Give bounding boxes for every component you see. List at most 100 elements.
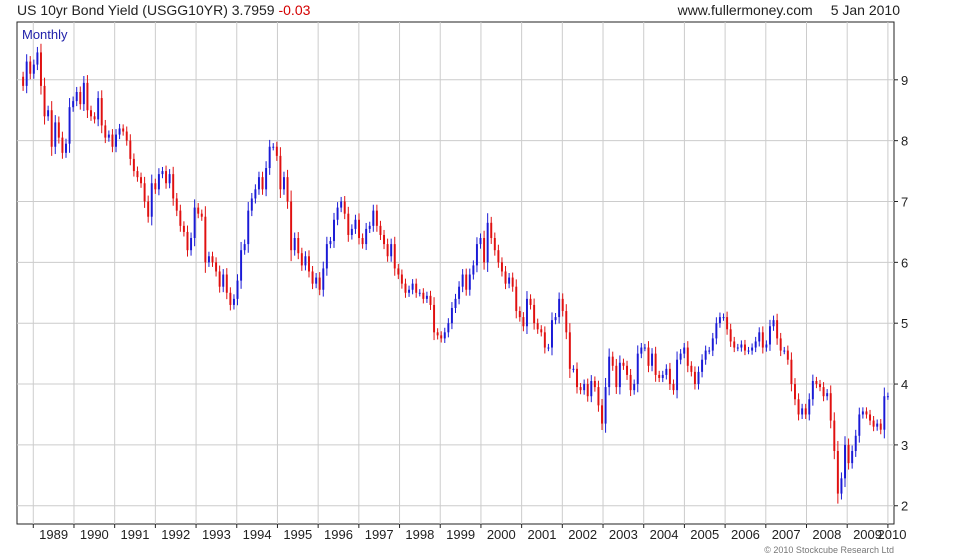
candle-body: [25, 61, 28, 86]
candle-body: [551, 320, 553, 348]
candle-body: [157, 174, 160, 190]
candle-body: [472, 265, 475, 275]
candle-body: [286, 177, 289, 202]
candle-body: [254, 189, 257, 199]
candle-body: [536, 323, 539, 330]
candle-body: [475, 244, 478, 266]
candle-body: [618, 362, 621, 388]
candle-body: [533, 304, 536, 324]
candle-body: [861, 411, 864, 415]
candle-body: [869, 414, 872, 421]
candle-body: [693, 371, 696, 385]
candle-body: [515, 286, 518, 312]
candle-body: [808, 399, 811, 415]
candle-body: [543, 332, 546, 348]
candle-body: [340, 201, 343, 208]
candle-body: [679, 353, 682, 360]
candle-body: [704, 350, 707, 360]
candle-body: [300, 253, 303, 266]
candle-body: [265, 168, 268, 190]
candle-body: [229, 292, 232, 305]
candle-body: [100, 98, 103, 126]
candle-body: [522, 317, 525, 327]
candle-body: [57, 122, 60, 138]
candle-body: [547, 347, 550, 349]
candle-body: [104, 125, 107, 138]
candle-body: [232, 298, 235, 305]
x-tick-label: 2000: [487, 527, 516, 542]
candle-body: [676, 359, 679, 391]
candle-body: [190, 238, 193, 251]
x-tick-label: 2003: [609, 527, 638, 542]
candle-body: [511, 277, 514, 287]
x-tick-label: 2010: [878, 527, 907, 542]
candle-body: [558, 298, 561, 318]
candle-body: [851, 450, 854, 464]
candle-body: [854, 435, 857, 451]
candle-body: [733, 341, 736, 348]
candle-body: [375, 210, 378, 226]
candle-body: [754, 341, 757, 348]
yield-chart: 2 3 4 5 6 7 8 9 1989 1990 1991 1992 1993 1994 1995 1996…: [16, 21, 908, 542]
candle-body: [275, 146, 278, 156]
candle-body: [540, 329, 543, 333]
candle-body: [154, 183, 157, 190]
candle-body: [147, 201, 150, 217]
candle-body: [297, 238, 300, 254]
candle-body: [597, 387, 600, 406]
candle-body: [165, 171, 168, 184]
candle-body: [404, 283, 407, 293]
candle-body: [833, 420, 836, 451]
candle-body: [354, 219, 357, 229]
candle-body: [329, 241, 332, 245]
candle-body: [61, 137, 64, 153]
candle-body: [822, 387, 825, 397]
candle-body: [172, 174, 175, 199]
candle-body: [804, 408, 807, 415]
candle-body: [268, 146, 271, 169]
candle-body: [779, 338, 782, 351]
candle-body: [865, 411, 868, 415]
candle-body: [583, 384, 586, 391]
candle-body: [436, 332, 439, 336]
candle-body: [611, 356, 614, 366]
candle-body: [797, 399, 800, 415]
candle-body: [122, 128, 125, 132]
candle-body: [361, 238, 364, 245]
candle-body: [601, 405, 603, 424]
candle-body: [282, 177, 285, 190]
candle-body: [175, 198, 178, 211]
candle-body: [336, 207, 339, 220]
candle-body: [72, 101, 75, 108]
candle-body: [308, 256, 310, 272]
candle-body: [39, 52, 42, 86]
candle-body: [811, 381, 814, 400]
candle-body: [561, 298, 564, 312]
copyright-notice: © 2010 Stockcube Research Ltd: [764, 545, 894, 555]
candle-body: [836, 450, 839, 494]
plot-frame: [16, 21, 895, 525]
candle-body: [397, 268, 400, 275]
candle-body: [400, 274, 403, 284]
y-tick-label: 3: [901, 438, 908, 453]
x-tick-label: 2005: [690, 527, 719, 542]
candle-body: [829, 393, 832, 421]
candle-body: [493, 238, 496, 251]
candle-body: [876, 423, 879, 427]
candle-body: [318, 277, 321, 290]
candle-body: [886, 396, 889, 398]
candle-body: [722, 317, 725, 319]
candle-body: [565, 311, 568, 333]
candle-body: [390, 244, 393, 257]
candle-body: [508, 277, 511, 284]
candle-body: [790, 359, 793, 385]
candle-body: [751, 347, 754, 351]
candle-body: [504, 271, 507, 284]
candle-body: [872, 420, 875, 427]
candle-body: [490, 222, 493, 239]
candle-body: [22, 76, 25, 86]
candle-body: [636, 353, 639, 385]
candle-body: [322, 268, 325, 290]
candle-body: [554, 317, 557, 321]
candle-body: [736, 347, 739, 349]
